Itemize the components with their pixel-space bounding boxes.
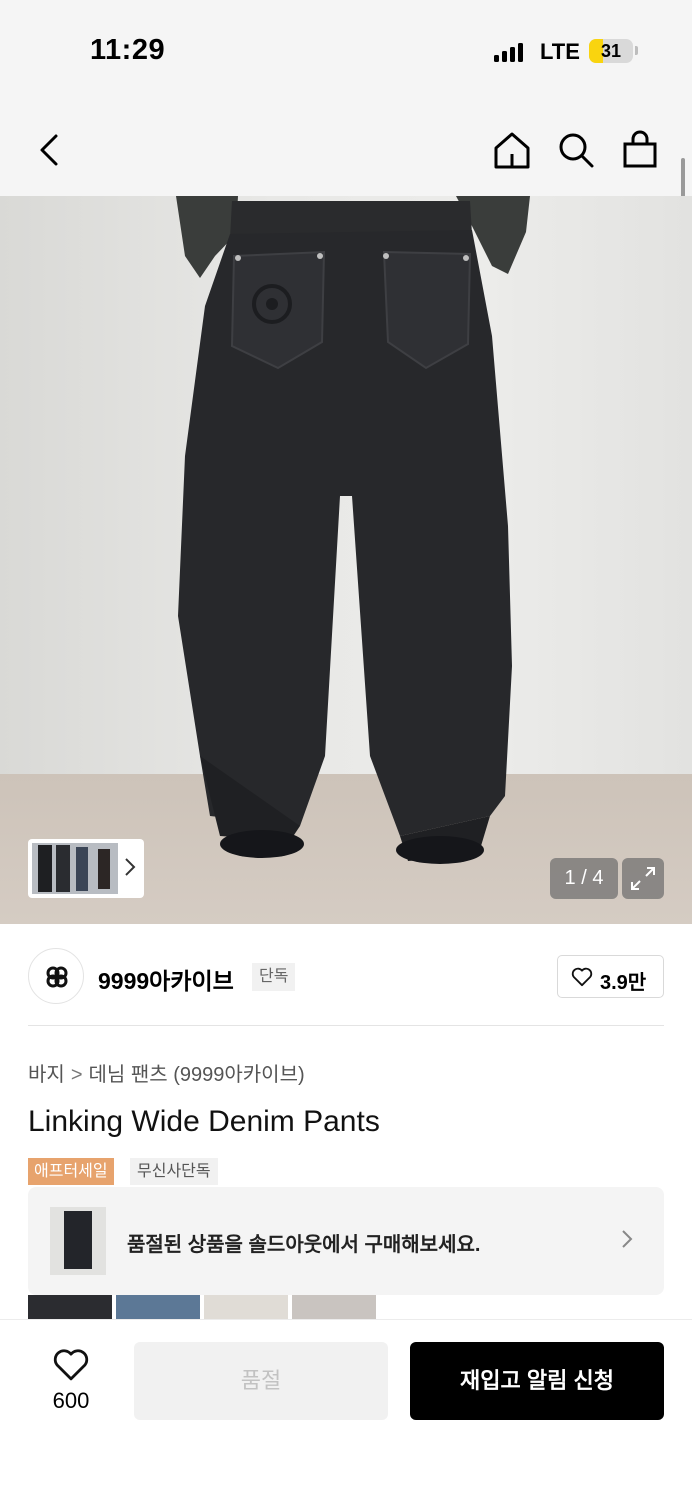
battery-tip — [635, 46, 638, 55]
similar-product-thumbnail[interactable] — [28, 1295, 112, 1319]
network-label: LTE — [540, 39, 580, 64]
divider — [28, 1025, 664, 1026]
soldout-banner-text: 품절된 상품을 솔드아웃에서 구매해보세요. — [127, 1234, 481, 1256]
search-icon[interactable] — [556, 130, 596, 170]
similar-product-thumbnail[interactable] — [116, 1295, 200, 1319]
battery-icon: 31 — [589, 39, 633, 63]
status-time: 11:29 — [90, 34, 166, 66]
back-icon[interactable] — [30, 130, 70, 170]
soldout-thumbnail — [50, 1207, 106, 1275]
heart-icon — [571, 967, 593, 987]
brand-name[interactable]: 9999아카이브 — [98, 962, 234, 996]
product-image-gallery[interactable]: 1 / 4 — [0, 196, 692, 924]
aftersale-tag: 애프터세일 — [28, 1158, 114, 1185]
thumbnail-strip[interactable] — [28, 839, 144, 898]
exclusive-badge: 단독 — [252, 963, 296, 991]
product-title: Linking Wide Denim Pants — [28, 1105, 380, 1138]
thumbnail-image — [32, 843, 118, 894]
bottom-action-bar: 600 품절 재입고 알림 신청 — [0, 1319, 692, 1500]
similar-product-thumbnail[interactable] — [292, 1295, 376, 1319]
brand-logo[interactable] — [28, 948, 84, 1004]
soldout-button: 품절 — [134, 1342, 388, 1420]
brand-like-count: 3.9만 — [600, 972, 647, 994]
similar-product-thumbnail[interactable] — [204, 1295, 288, 1319]
wishlist-button[interactable]: 600 — [36, 1348, 106, 1418]
brand-like-button[interactable]: 3.9만 — [557, 955, 664, 998]
expand-icon[interactable] — [622, 858, 664, 899]
cart-icon[interactable] — [620, 130, 660, 170]
exclusive-tag: 무신사단독 — [130, 1158, 218, 1185]
chevron-right-icon — [619, 1227, 635, 1256]
status-bar: 11:29 LTE 31 — [0, 0, 692, 100]
restock-alert-button[interactable]: 재입고 알림 신청 — [410, 1342, 664, 1420]
wishlist-count: 600 — [52, 1388, 90, 1413]
top-navigation — [0, 100, 692, 196]
signal-icon — [494, 42, 524, 62]
heart-icon — [53, 1349, 89, 1381]
image-pager: 1 / 4 — [550, 858, 618, 899]
breadcrumb-item-category[interactable]: 바지 — [28, 1058, 65, 1087]
battery-level: 31 — [600, 41, 622, 61]
home-icon[interactable] — [492, 130, 532, 170]
product-photo-jeans — [176, 196, 530, 864]
similar-products-strip[interactable] — [28, 1295, 378, 1319]
breadcrumb-item-subcategory[interactable]: 데님 팬츠 (9999아카이브) — [89, 1058, 305, 1087]
breadcrumb: 바지 > 데님 팬츠 (9999아카이브) — [28, 1058, 305, 1087]
chevron-right-icon: > — [70, 1064, 83, 1086]
soldout-banner[interactable]: 품절된 상품을 솔드아웃에서 구매해보세요. — [28, 1187, 664, 1295]
chevron-right-icon[interactable] — [123, 856, 137, 884]
